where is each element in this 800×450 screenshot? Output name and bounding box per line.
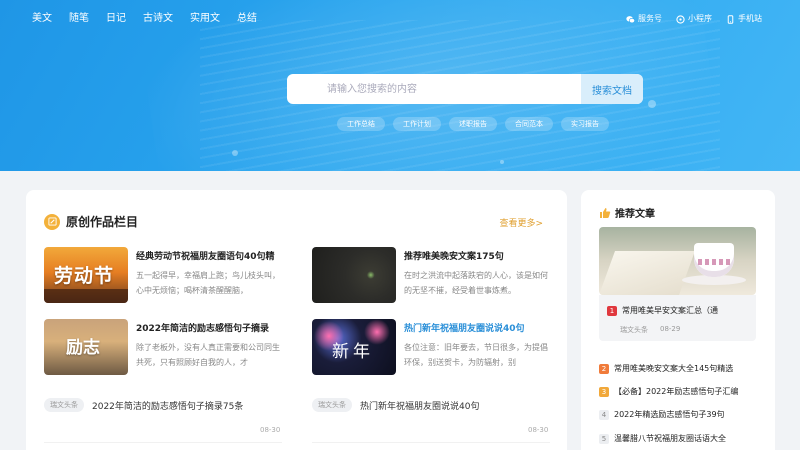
- sidebar-header: 推荐文章: [599, 205, 655, 220]
- tag-chip[interactable]: 合同范本: [505, 117, 553, 131]
- edit-icon: [44, 213, 60, 230]
- section-title: 原创作品栏目: [66, 215, 139, 229]
- article-summary: 在时之洪流中起落跌宕的人心，该是如何的无坚不摧，经受着世事炼煮。: [404, 271, 548, 295]
- headline-date: 08-30: [528, 426, 549, 434]
- ranked-article[interactable]: 3 【必备】2022年励志感悟句子汇编: [599, 386, 759, 397]
- search-button[interactable]: 搜索文档: [581, 74, 643, 104]
- nav-item[interactable]: 日记: [106, 12, 126, 26]
- thumbnail-text: 新年: [332, 342, 374, 362]
- featured-row: 1 常用唯美早安文案汇总（通: [607, 305, 752, 316]
- thumbnail-text: 劳动节: [54, 265, 115, 287]
- article-thumbnail: 劳动节: [44, 247, 128, 303]
- article-item[interactable]: 劳动节 经典劳动节祝福朋友圈语句40句精 五一起得早，幸福肩上跑；鸟儿枝头叫，心…: [44, 247, 284, 307]
- article-title[interactable]: 推荐唯美晚安文案175句: [404, 251, 552, 263]
- featured-source: 瑞文头条: [620, 326, 648, 334]
- nav-item[interactable]: 古诗文: [143, 12, 173, 26]
- article-summary: 除了老板外，没有人真正需要和公司同生共死，只有照顾好自我的人，才: [136, 343, 280, 367]
- featured-meta: 瑞文头条 08-29: [620, 325, 680, 335]
- article-thumbnail: 励志: [44, 319, 128, 375]
- featured-article[interactable]: 1 常用唯美早安文案汇总（通 瑞文头条 08-29: [599, 295, 756, 341]
- tag-chip[interactable]: 工作计划: [393, 117, 441, 131]
- hero-bokeh: [500, 160, 504, 164]
- article-item[interactable]: 励志 2022年简洁的励志感悟句子摘录 除了老板外，没有人真正需要和公司同生共死…: [44, 319, 284, 379]
- headline-date: 08-30: [260, 426, 281, 434]
- article-title[interactable]: 2022年简洁的励志感悟句子摘录: [136, 323, 284, 335]
- hero-bokeh: [232, 150, 238, 156]
- article-summary: 各位注意：旧年要去，节日很多，为提倡环保，别送贺卡，为防辐射，别: [404, 343, 548, 367]
- tag-chip[interactable]: 工作总结: [337, 117, 385, 131]
- thumbnail-text: 励志: [66, 338, 100, 358]
- sidebar-title: 推荐文章: [615, 209, 655, 220]
- rank-badge: 1: [607, 305, 617, 316]
- headline-text[interactable]: 2022年简洁的励志感悟句子摘录75条: [92, 399, 243, 412]
- article-title[interactable]: 经典劳动节祝福朋友圈语句40句精: [136, 251, 284, 263]
- ranked-article[interactable]: 5 温馨腊八节祝福朋友圈话语大全: [599, 433, 759, 444]
- tag-chip[interactable]: 实习报告: [561, 117, 609, 131]
- ranked-article[interactable]: 4 2022年精选励志感悟句子39句: [599, 409, 759, 420]
- teacup: [694, 243, 734, 277]
- rank-badge: 5: [599, 433, 609, 444]
- divider: [44, 442, 282, 443]
- nav-item[interactable]: 总结: [237, 12, 257, 26]
- ranked-title[interactable]: 常用唯美晚安文案大全145句精选: [614, 363, 733, 374]
- article-item[interactable]: 新年 热门新年祝福朋友圈说说40句 各位注意：旧年要去，节日很多，为提倡环保，别…: [312, 319, 552, 379]
- article-thumbnail: 新年: [312, 319, 396, 375]
- service-account-link[interactable]: 服务号: [626, 12, 662, 26]
- top-links: 服务号 小程序 手机站: [626, 12, 762, 26]
- nav-item[interactable]: 随笔: [69, 12, 89, 26]
- mobile-icon: [727, 14, 734, 24]
- mini-program-label: 小程序: [688, 14, 712, 23]
- source-badge: 瑞文头条: [312, 398, 352, 412]
- headline-item[interactable]: 瑞文头条 2022年简洁的励志感悟句子摘录75条: [44, 398, 284, 412]
- nav-item[interactable]: 美文: [32, 12, 52, 26]
- top-nav: 美文 随笔 日记 古诗文 实用文 总结: [32, 12, 274, 26]
- hero-bokeh: [648, 100, 656, 108]
- search-input[interactable]: [287, 74, 581, 104]
- tag-chip[interactable]: 述职报告: [449, 117, 497, 131]
- ranked-title[interactable]: 2022年精选励志感悟句子39句: [614, 409, 725, 420]
- search-bar: 搜索文档: [287, 74, 643, 104]
- article-item[interactable]: 推荐唯美晚安文案175句 在时之洪流中起落跌宕的人心，该是如何的无坚不摧，经受着…: [312, 247, 552, 307]
- section-header: 原创作品栏目: [44, 213, 138, 230]
- featured-date: 08-29: [660, 325, 681, 333]
- recommended-card: 推荐文章 1 常用唯美早安文案汇总（通 瑞文头条 08-29 2 常用唯美晚安文…: [581, 190, 775, 450]
- headline-item[interactable]: 瑞文头条 热门新年祝福朋友圈说说40句: [312, 398, 552, 412]
- wechat-icon: [626, 15, 635, 23]
- featured-image[interactable]: [599, 227, 756, 295]
- article-thumbnail: [312, 247, 396, 303]
- hot-tags: 工作总结 工作计划 述职报告 合同范本 实习报告: [337, 117, 609, 131]
- ranked-title[interactable]: 温馨腊八节祝福朋友圈话语大全: [614, 433, 726, 444]
- ranked-title[interactable]: 【必备】2022年励志感悟句子汇编: [614, 386, 738, 397]
- rank-badge: 4: [599, 409, 609, 420]
- book-pages: [599, 251, 696, 295]
- thumbnail-figures: [44, 289, 128, 303]
- article-title[interactable]: 热门新年祝福朋友圈说说40句: [404, 323, 552, 335]
- view-more-link[interactable]: 查看更多>: [499, 216, 543, 229]
- service-account-label: 服务号: [638, 14, 662, 23]
- source-badge: 瑞文头条: [44, 398, 84, 412]
- article-summary: 五一起得早，幸福肩上跑；鸟儿枝头叫，心中无烦恼；喝杯清茶醒醒脑，: [136, 271, 280, 295]
- rank-badge: 2: [599, 363, 609, 374]
- original-works-card: 原创作品栏目 查看更多> 劳动节 经典劳动节祝福朋友圈语句40句精 五一起得早，…: [26, 190, 567, 450]
- ranked-article[interactable]: 2 常用唯美晚安文案大全145句精选: [599, 363, 759, 374]
- headline-text[interactable]: 热门新年祝福朋友圈说说40句: [360, 399, 479, 412]
- divider: [312, 442, 550, 443]
- rank-badge: 3: [599, 386, 609, 397]
- miniprogram-icon: [676, 14, 685, 24]
- mobile-site-link[interactable]: 手机站: [726, 12, 762, 26]
- mini-program-link[interactable]: 小程序: [676, 12, 712, 26]
- featured-title[interactable]: 常用唯美早安文案汇总（通: [622, 305, 718, 316]
- nav-item[interactable]: 实用文: [190, 12, 220, 26]
- mobile-site-label: 手机站: [738, 14, 762, 23]
- hero-banner: 美文 随笔 日记 古诗文 实用文 总结 服务号 小程序 手机站 搜索文档 工作总…: [0, 0, 800, 171]
- thumbs-up-icon: [600, 207, 611, 218]
